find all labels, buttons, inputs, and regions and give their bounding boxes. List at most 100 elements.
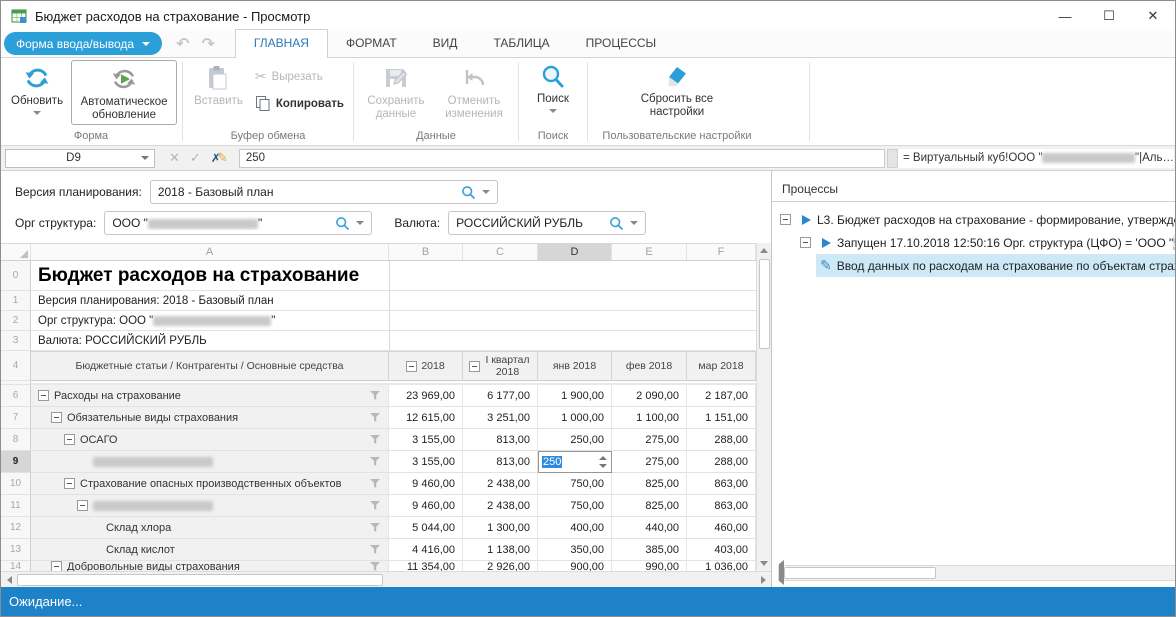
currency-filter-combo[interactable]: РОССИЙСКИЙ РУБЛЬ <box>448 211 646 235</box>
horizontal-scroll-thumb[interactable] <box>17 574 383 586</box>
grid-cell[interactable]: 275,00 <box>612 451 687 473</box>
column-header-F[interactable]: F <box>687 244 756 260</box>
grid-cell[interactable]: 1 100,00 <box>612 407 687 429</box>
row-label-cell[interactable]: Добровольные виды страхования <box>31 561 389 571</box>
cancel-entry-icon[interactable]: ✕ <box>169 150 180 166</box>
search-icon[interactable] <box>335 216 350 231</box>
vertical-scrollbar[interactable] <box>756 243 771 571</box>
tab-protsessy[interactable]: ПРОЦЕССЫ <box>568 30 675 57</box>
row-number[interactable]: 6 <box>1 385 31 407</box>
search-icon[interactable] <box>461 185 476 200</box>
grid-cell[interactable]: 3 251,00 <box>463 407 538 429</box>
row-number[interactable]: 11 <box>1 495 31 517</box>
grid-cell[interactable]: 2 090,00 <box>612 385 687 407</box>
grid-cell[interactable]: 863,00 <box>687 473 756 495</box>
edit-formula-icon[interactable]: ✗✎ <box>211 151 229 166</box>
row-number[interactable]: 10 <box>1 473 31 495</box>
row-label-cell[interactable]: Склад кислот <box>31 539 389 561</box>
collapse-toggle-icon[interactable] <box>469 361 480 372</box>
column-header-B[interactable]: B <box>389 244 463 260</box>
grid-cell[interactable]: 2 926,00 <box>463 561 538 571</box>
grid-cell[interactable]: 1 900,00 <box>538 385 612 407</box>
copy-button[interactable]: Копировать <box>251 93 348 114</box>
row-label-cell[interactable]: Склад хлора <box>31 517 389 539</box>
row-number[interactable]: 3 <box>1 331 31 351</box>
filter-funnel-icon[interactable] <box>370 523 380 532</box>
grid-cell[interactable]: 460,00 <box>687 517 756 539</box>
horizontal-scroll-thumb[interactable] <box>784 567 936 579</box>
minimize-button[interactable]: — <box>1043 1 1087 31</box>
collapse-toggle-icon[interactable] <box>64 478 75 489</box>
paste-button[interactable]: Вставить <box>188 60 249 110</box>
grid-cell[interactable]: 2 187,00 <box>687 385 756 407</box>
cut-button[interactable]: ✂ Вырезать <box>251 66 348 87</box>
grid-cell[interactable]: 288,00 <box>687 429 756 451</box>
grid-cell[interactable]: 250,00 <box>538 429 612 451</box>
collapse-toggle-icon[interactable] <box>51 561 62 571</box>
grid-cell[interactable]: 11 354,00 <box>389 561 463 571</box>
grid-cell[interactable]: 825,00 <box>612 473 687 495</box>
row-number[interactable]: 8 <box>1 429 31 451</box>
row-number[interactable]: 0 <box>1 261 31 291</box>
grid-cell[interactable]: 863,00 <box>687 495 756 517</box>
search-icon[interactable] <box>609 216 624 231</box>
grid-cell[interactable]: 275,00 <box>612 429 687 451</box>
formula-splitter[interactable] <box>887 149 898 168</box>
grid-cell[interactable]: 813,00 <box>463 451 538 473</box>
grid-cell[interactable]: 12 615,00 <box>389 407 463 429</box>
cell-editor[interactable]: 250 <box>538 451 612 473</box>
grid-cell[interactable]: 403,00 <box>687 539 756 561</box>
grid-cell[interactable]: 900,00 <box>538 561 612 571</box>
info-cell[interactable]: Версия планирования: 2018 - Базовый план <box>31 291 389 311</box>
row-number[interactable]: 14 <box>1 561 31 571</box>
grid-cell[interactable]: 400,00 <box>538 517 612 539</box>
grid-cell[interactable]: 9 460,00 <box>389 473 463 495</box>
row-number[interactable]: 12 <box>1 517 31 539</box>
grid-cell[interactable]: 990,00 <box>612 561 687 571</box>
grid-corner-cell[interactable] <box>1 244 31 260</box>
spinner-control[interactable] <box>599 456 611 468</box>
period-header-cell[interactable]: мар 2018 <box>687 351 756 381</box>
grid-cell[interactable]: 1 138,00 <box>463 539 538 561</box>
grid-cell[interactable]: 5 044,00 <box>389 517 463 539</box>
chevron-down-icon[interactable] <box>356 221 364 225</box>
grid-cell[interactable]: 3 155,00 <box>389 451 463 473</box>
info-cell[interactable]: Бюджет расходов на страхование <box>31 261 389 291</box>
period-header-cell[interactable]: фев 2018 <box>612 351 687 381</box>
empty-cells[interactable] <box>389 331 756 351</box>
processes-horizontal-scrollbar[interactable] <box>778 565 1176 581</box>
collapse-toggle-icon[interactable] <box>77 500 88 511</box>
info-cell[interactable]: Орг структура: ООО "" <box>31 311 389 331</box>
filter-funnel-icon[interactable] <box>370 545 380 554</box>
row-number[interactable]: 9 <box>1 451 31 473</box>
column-header-C[interactable]: C <box>463 244 538 260</box>
row-number[interactable]: 1 <box>1 291 31 311</box>
grid-cell[interactable]: 350,00 <box>538 539 612 561</box>
grid-cell[interactable]: 288,00 <box>687 451 756 473</box>
grid-cell[interactable]: 750,00 <box>538 473 612 495</box>
empty-cells[interactable] <box>389 261 756 291</box>
process-tree-item[interactable]: Запущен 17.10.2018 12:50:16 Орг. структу… <box>772 231 1176 254</box>
horizontal-scrollbar[interactable] <box>1 571 771 587</box>
maximize-button[interactable]: ☐ <box>1087 1 1131 31</box>
info-cell[interactable]: Валюта: РОССИЙСКИЙ РУБЛЬ <box>31 331 389 351</box>
grid-cell[interactable]: 1 000,00 <box>538 407 612 429</box>
row-label-cell[interactable] <box>31 451 389 473</box>
process-tree-item[interactable]: L3. Бюджет расходов на страхование - фор… <box>772 208 1176 231</box>
grid-cell[interactable]: 2 438,00 <box>463 473 538 495</box>
grid-cell[interactable]: 1 300,00 <box>463 517 538 539</box>
grid-cell[interactable]: 3 155,00 <box>389 429 463 451</box>
grid-cell[interactable]: 2 438,00 <box>463 495 538 517</box>
cell-name-box[interactable]: D9 <box>5 149 155 168</box>
row-label-cell[interactable]: ОСАГО <box>31 429 389 451</box>
scroll-right-arrow[interactable] <box>755 572 771 587</box>
form-io-menu-button[interactable]: Форма ввода/вывода <box>4 32 162 55</box>
filter-funnel-icon[interactable] <box>370 479 380 488</box>
grid-cell[interactable]: 1 151,00 <box>687 407 756 429</box>
scroll-left-arrow[interactable] <box>1 572 17 587</box>
save-data-button[interactable]: Сохранить данные <box>359 60 433 123</box>
grid-cell[interactable]: 23 969,00 <box>389 385 463 407</box>
row-label-cell[interactable]: Обязательные виды страхования <box>31 407 389 429</box>
reset-settings-button[interactable]: Сбросить все настройки <box>626 60 728 121</box>
column-header-D[interactable]: D <box>538 244 612 260</box>
